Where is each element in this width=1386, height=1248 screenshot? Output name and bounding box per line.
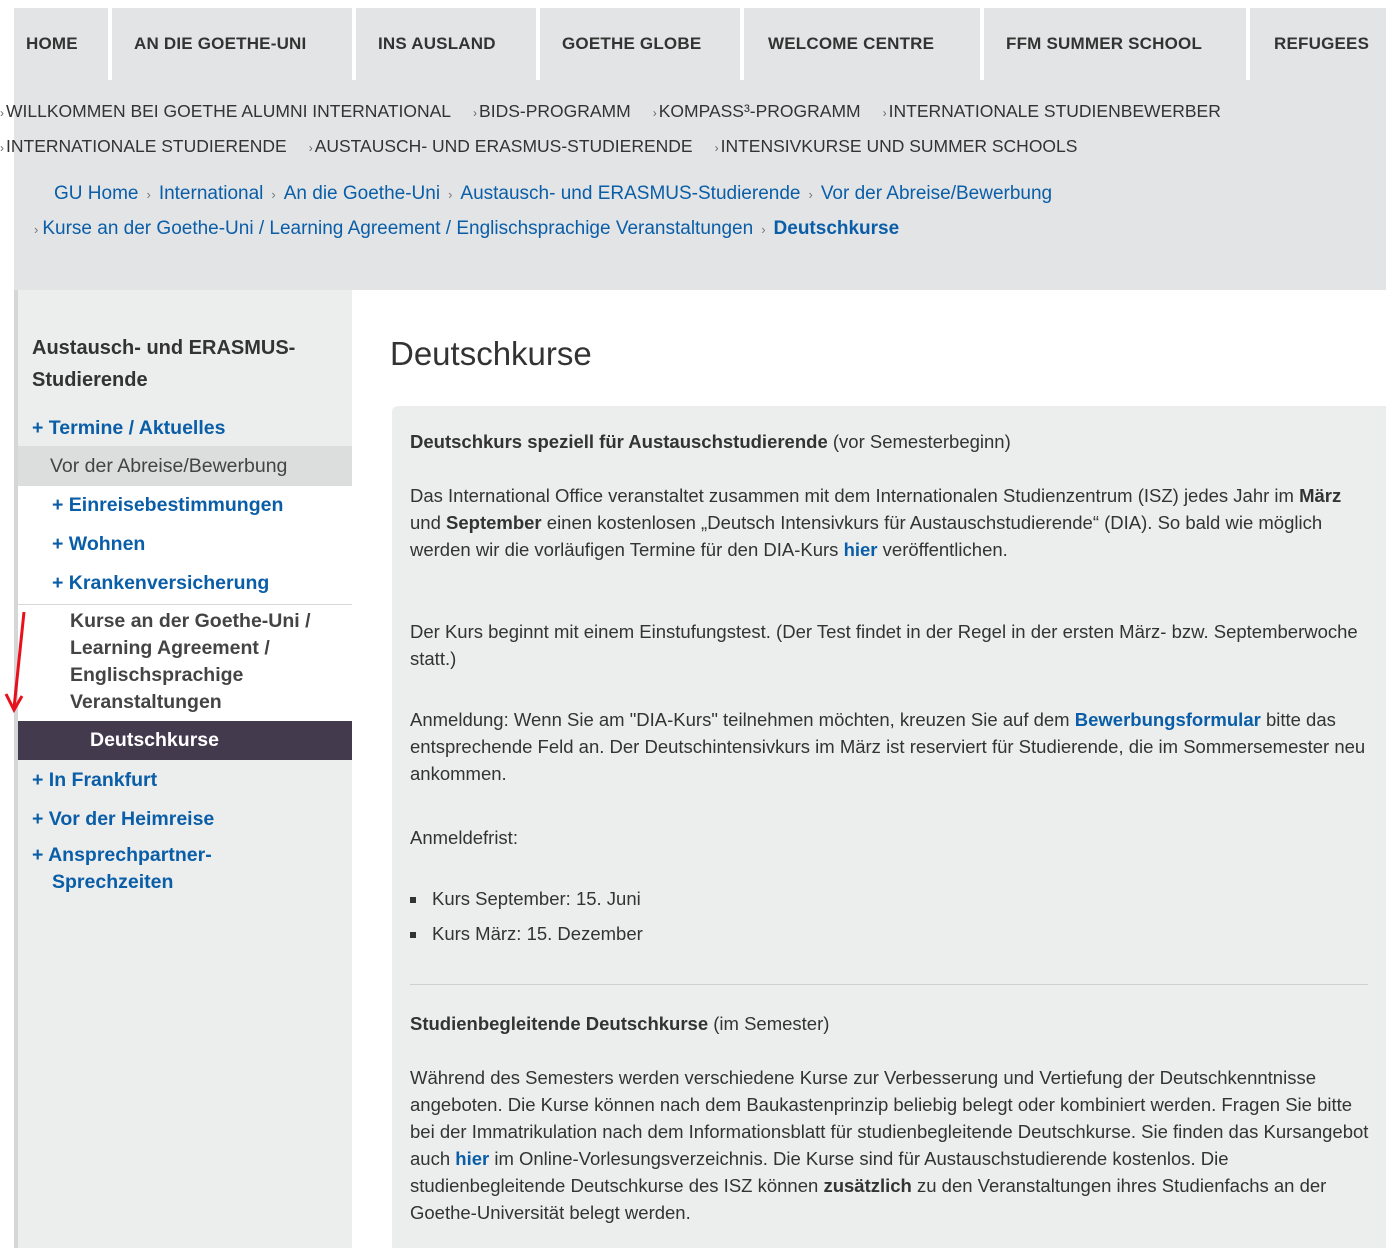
nav-goethe-globe[interactable]: GOETHE GLOBE (540, 8, 744, 80)
breadcrumb-link[interactable]: International (159, 183, 264, 204)
breadcrumb-link[interactable]: GU Home (54, 183, 138, 204)
sidebar-item-vor-der-abreise[interactable]: Vor der Abreise/Bewerbung (18, 446, 352, 486)
sidebar: Austausch- und ERASMUS-Studierende + Ter… (18, 290, 352, 1248)
divider (410, 984, 1368, 985)
sidebar-item-ansprechpartner[interactable]: + Ansprechpartner- Sprechzeiten (18, 842, 352, 902)
header-area: HOME AN DIE GOETHE-UNI INS AUSLAND GOETH… (0, 0, 1386, 290)
breadcrumb-separator-icon: › (448, 187, 453, 202)
breadcrumb: GU Home › International › An die Goethe-Uni ›… (54, 183, 1052, 205)
breadcrumb-link[interactable]: Kurse an der Goethe-Uni / Learning Agree… (42, 218, 753, 239)
nav-an-die-goethe-uni[interactable]: AN DIE GOETHE-UNI (112, 8, 356, 80)
paragraph-dia: Das International Office veranstaltet zu… (410, 485, 1342, 560)
sidebar-item-krankenversicherung[interactable]: + Krankenversicherung (18, 564, 352, 604)
sidebar-item-einreise[interactable]: + Einreisebestimmungen (18, 486, 352, 525)
sidebar-item-in-frankfurt[interactable]: + In Frankfurt (18, 764, 352, 800)
sidebar-item-deutschkurse-active[interactable]: Deutschkurse (18, 721, 352, 760)
nav-home[interactable]: HOME (14, 8, 112, 80)
list-item: Kurs März: 15. Dezember (410, 923, 643, 945)
hier-link-2[interactable]: hier (455, 1148, 489, 1169)
section-heading-1: Deutschkurs speziell für Austauschstudie… (410, 431, 1011, 452)
sidebar-item-wohnen[interactable]: + Wohnen (18, 525, 352, 564)
breadcrumb-current: Deutschkurse (773, 218, 900, 239)
subnav-item[interactable]: › WILLKOMMEN BEI GOETHE ALUMNI INTERNATIO… (0, 101, 451, 122)
nav-ffm-summer-school[interactable]: FFM SUMMER SCHOOL (984, 8, 1250, 80)
breadcrumb-separator-icon: › (271, 187, 276, 202)
nav-welcome-centre[interactable]: WELCOME CENTRE (744, 8, 984, 80)
subnav-item[interactable]: › INTERNATIONALE STUDIERENDE (0, 136, 287, 157)
subnav-item[interactable]: › AUSTAUSCH- UND ERASMUS-STUDIERENDE (309, 136, 693, 157)
subnav-item[interactable]: › INTERNATIONALE STUDIENBEWERBER (883, 101, 1221, 122)
breadcrumb-separator-icon: › (761, 222, 766, 237)
content-panel: Deutschkurs speziell für Austauschstudie… (392, 406, 1386, 1248)
paragraph-anmeldung: Anmeldung: Wenn Sie am "DIA-Kurs" teilne… (410, 709, 1366, 784)
sidebar-title: Austausch- und ERASMUS-Studierende (32, 337, 296, 391)
section-heading-2: Studienbegleitende Deutschkurse (im Seme… (410, 1013, 830, 1034)
subnav-row-1: › WILLKOMMEN BEI GOETHE ALUMNI INTERNATIO… (0, 101, 1243, 122)
paragraph-einstufung: Der Kurs beginnt mit einem Einstufungste… (410, 621, 1358, 669)
red-arrow-icon (4, 611, 26, 714)
nav-ins-ausland[interactable]: INS AUSLAND (356, 8, 540, 80)
subnav-row-2: › INTERNATIONALE STUDIERENDE › AUSTAUSCH- … (0, 136, 1099, 157)
breadcrumb-link[interactable]: Austausch- und ERASMUS-Studierende (460, 183, 800, 204)
breadcrumb-link[interactable]: Vor der Abreise/Bewerbung (821, 183, 1052, 204)
breadcrumb-row-2: › Kurse an der Goethe-Uni / Learning Agre… (34, 218, 899, 240)
main-nav: HOME AN DIE GOETHE-UNI INS AUSLAND GOETH… (14, 8, 1386, 80)
anmeldefrist-label: Anmeldefrist: (410, 827, 518, 848)
list-item: Kurs September: 15. Juni (410, 888, 641, 910)
breadcrumb-separator-icon: › (146, 187, 151, 202)
breadcrumb-separator-icon: › (808, 187, 813, 202)
hier-link[interactable]: hier (844, 539, 878, 560)
subnav-item[interactable]: › KOMPASS³-PROGRAMM (653, 101, 861, 122)
subnav-item[interactable]: › BIDS-PROGRAMM (473, 101, 631, 122)
breadcrumb-link[interactable]: An die Goethe-Uni (284, 183, 440, 204)
nav-refugees[interactable]: REFUGEES (1250, 8, 1386, 80)
sidebar-item-kurse[interactable]: Kurse an der Goethe-Uni / Learning Agree… (18, 604, 352, 721)
sidebar-item-vor-der-heimreise[interactable]: + Vor der Heimreise (18, 803, 352, 839)
bewerbungsformular-link[interactable]: Bewerbungsformular (1075, 709, 1261, 730)
breadcrumb-separator-icon: › (34, 222, 39, 237)
subnav-item[interactable]: › INTENSIVKURSE UND SUMMER SCHOOLS (715, 136, 1078, 157)
page-title: Deutschkurse (390, 335, 592, 372)
sidebar-item-termine[interactable]: + Termine / Aktuelles (18, 412, 352, 448)
paragraph-studienbegleitend: Während des Semesters werden verschieden… (410, 1067, 1369, 1223)
